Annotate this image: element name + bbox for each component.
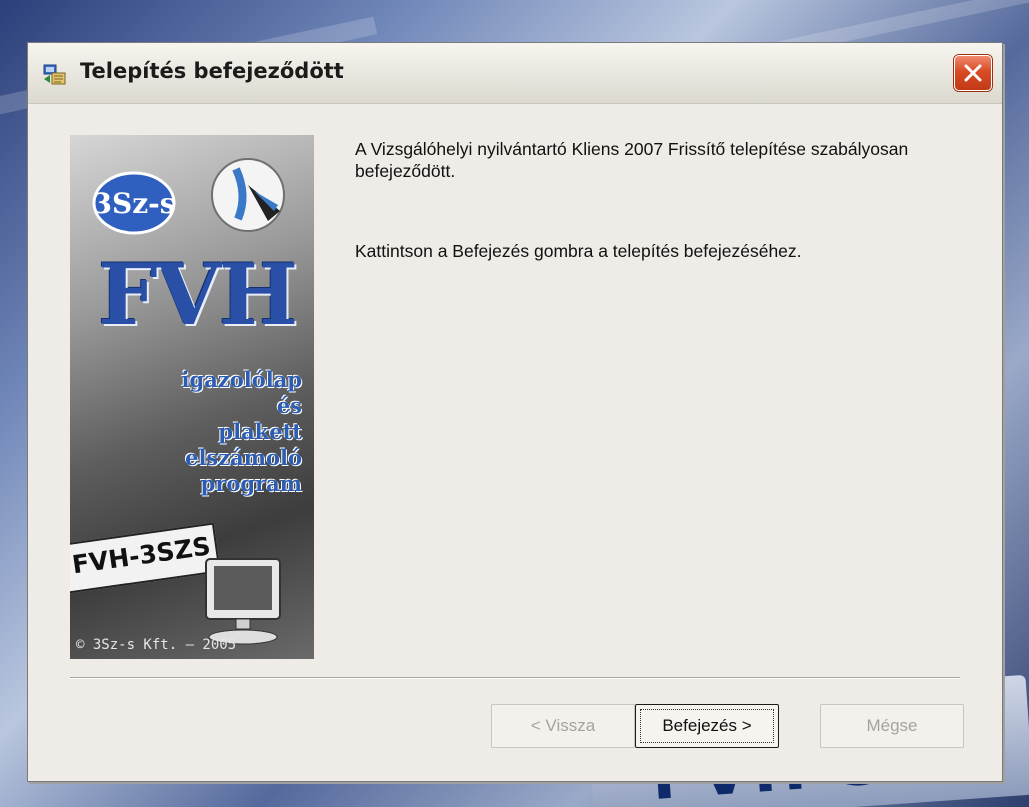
installer-dialog: Telepítés befejeződött 3Sz-s FVH igazoló…: [27, 42, 1003, 782]
title-bar[interactable]: Telepítés befejeződött: [28, 43, 1002, 104]
tagline-line: és: [276, 393, 302, 418]
banner-copyright: © 3Sz-s Kft. — 2005: [76, 637, 237, 653]
tagline-line: elszámoló: [185, 445, 302, 470]
close-button[interactable]: [954, 55, 992, 91]
plate-text: FVH-3SZS: [70, 531, 213, 580]
license-plate: FVH-3SZS: [70, 522, 221, 594]
cancel-button[interactable]: Mégse: [820, 704, 964, 748]
tagline-line: igazolólap: [181, 367, 302, 392]
side-banner-image: 3Sz-s FVH igazolólap és plakett elszámol…: [70, 135, 314, 659]
finish-button-label: Befejezés >: [662, 716, 752, 735]
finish-button[interactable]: Befejezés >: [635, 704, 779, 748]
dialog-body: 3Sz-s FVH igazolólap és plakett elszámol…: [28, 104, 1002, 781]
brand-title: FVH: [98, 245, 298, 344]
tagline-line: plakett: [218, 419, 302, 444]
close-icon: [964, 64, 982, 82]
banner-tagline: igazolólap és plakett elszámoló program: [182, 367, 302, 497]
emblem-logo: [211, 158, 285, 232]
instruction-message: Kattintson a Befejezés gombra a telepíté…: [355, 241, 802, 261]
window-title: Telepítés befejeződött: [80, 59, 344, 83]
monitor-icon: [205, 558, 281, 645]
completion-message: A Vizsgálóhelyi nyilvántartó Kliens 2007…: [355, 139, 909, 181]
tagline-line: program: [200, 471, 302, 496]
separator-line: [70, 677, 960, 679]
installer-icon: [43, 64, 66, 85]
logo-text: 3Sz-s: [93, 187, 176, 220]
back-button[interactable]: < Vissza: [491, 704, 635, 748]
3szs-logo: 3Sz-s: [92, 171, 176, 235]
